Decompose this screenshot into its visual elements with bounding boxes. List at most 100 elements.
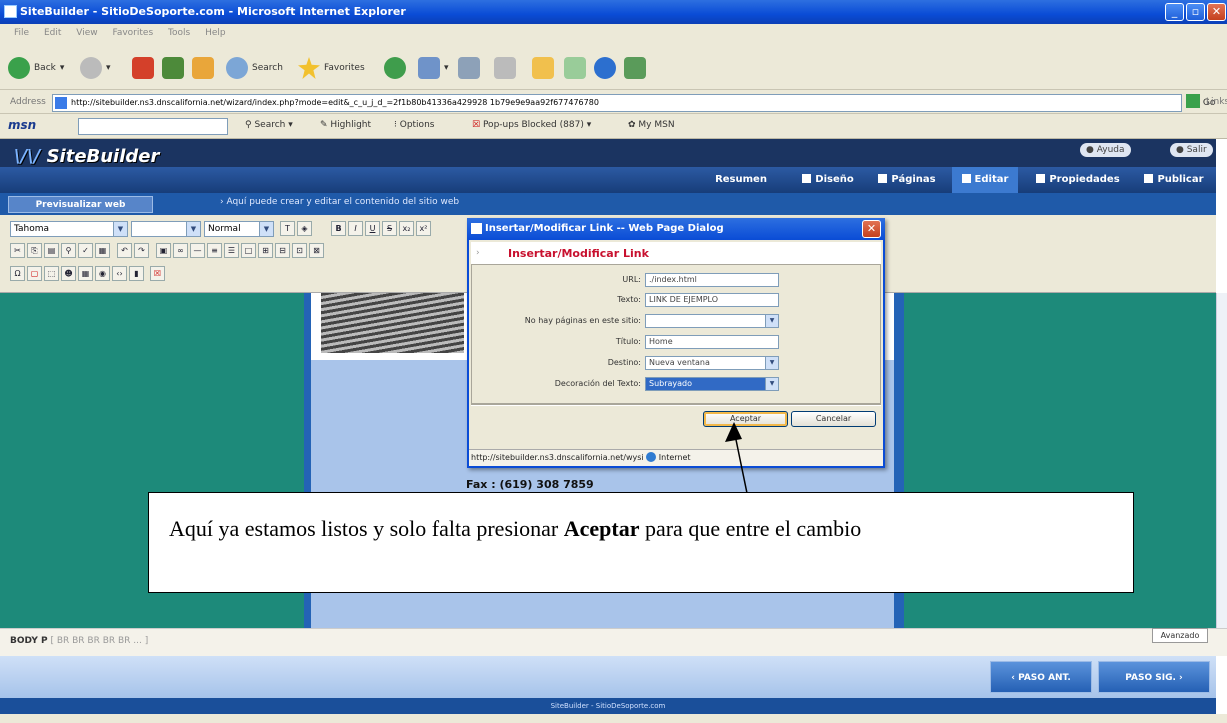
style-select[interactable]: Normal ▼ (204, 221, 274, 237)
tab-propiedades[interactable]: Propiedades (1024, 167, 1132, 193)
table-insert-icon[interactable]: ⊞ (258, 243, 273, 258)
table-merge-icon[interactable]: ⊠ (309, 243, 324, 258)
title-input[interactable]: Home (645, 335, 779, 349)
chart-icon[interactable]: ▮ (129, 266, 144, 281)
redo-icon[interactable]: ↷ (134, 243, 149, 258)
decoration-select[interactable]: Subrayado ▼ (645, 377, 779, 391)
bold-button[interactable]: B (331, 221, 346, 236)
menu-favorites[interactable]: Favorites (112, 28, 153, 38)
special-char-icon[interactable]: Ω (10, 266, 25, 281)
chevron-down-icon: ▼ (259, 222, 273, 236)
url-input[interactable]: ./index.html (645, 273, 779, 287)
cancel-button[interactable]: Cancelar (791, 411, 876, 427)
table-row-icon[interactable]: ⊟ (275, 243, 290, 258)
favorites-button[interactable]: Favorites (298, 53, 365, 83)
undo-icon[interactable]: ↶ (117, 243, 132, 258)
strikethrough-button[interactable]: S (382, 221, 397, 236)
copy-icon[interactable]: ⎘ (27, 243, 42, 258)
find-icon[interactable]: ⚲ (61, 243, 76, 258)
grid-icon[interactable]: ▦ (78, 266, 93, 281)
msn-search-button[interactable]: ⚲ Search ▾ (245, 120, 293, 130)
tab-editar[interactable]: Editar (952, 167, 1018, 193)
tab-diseno[interactable]: Diseño (788, 167, 868, 193)
annotation-arrow (725, 422, 749, 499)
star-icon (298, 57, 320, 79)
links-toolbar[interactable]: Links (1206, 97, 1227, 107)
highlight-color-button[interactable]: ◈ (297, 221, 312, 236)
tab-resumen[interactable]: Resumen (702, 167, 780, 193)
subscript-button[interactable]: x₂ (399, 221, 414, 236)
sub-toolbar (0, 193, 1216, 215)
options-button[interactable]: ⁝ Options (394, 120, 434, 130)
print-button[interactable] (458, 53, 480, 83)
superscript-button[interactable]: x² (416, 221, 431, 236)
table-icon[interactable]: ▦ (95, 243, 110, 258)
edit-button[interactable] (494, 53, 516, 83)
footer-brand: SiteBuilder - SitioDeSoporte.com (0, 698, 1216, 714)
maximize-button[interactable]: ▫ (1186, 3, 1205, 21)
font-select[interactable]: Tahoma ▼ (10, 221, 128, 237)
go-arrow-icon (1186, 94, 1200, 108)
box-icon[interactable]: □ (241, 243, 256, 258)
delete-icon[interactable]: ☒ (150, 266, 165, 281)
stop-button[interactable] (132, 53, 154, 83)
minimize-button[interactable]: _ (1165, 3, 1184, 21)
underline-button[interactable]: U (365, 221, 380, 236)
advanced-button[interactable]: Avanzado (1152, 628, 1208, 643)
menu-file[interactable]: File (14, 28, 29, 38)
preview-button[interactable]: Previsualizar web (8, 196, 153, 213)
history-button[interactable] (384, 53, 406, 83)
my-msn-button[interactable]: ✿ My MSN (628, 120, 675, 130)
source-code-icon[interactable]: ‹› (112, 266, 127, 281)
popups-blocked-button[interactable]: ☒ Pop-ups Blocked (887) ▾ (472, 120, 591, 130)
msn-search-input[interactable] (78, 118, 228, 135)
paste-icon[interactable]: ▤ (44, 243, 59, 258)
highlight-button[interactable]: ✎ Highlight (320, 120, 371, 130)
refresh-icon (162, 57, 184, 79)
ordered-list-icon[interactable]: ≡ (207, 243, 222, 258)
next-step-button[interactable]: PASO SIG. › (1098, 661, 1210, 693)
link-icon[interactable]: ∞ (173, 243, 188, 258)
help-link[interactable]: ● Ayuda (1080, 143, 1131, 157)
people-button[interactable] (624, 53, 646, 83)
forward-button[interactable]: ▾ (80, 53, 111, 83)
research-button[interactable] (564, 53, 586, 83)
cut-icon[interactable]: ✂ (10, 243, 25, 258)
address-input[interactable]: http://sitebuilder.ns3.dnscalifornia.net… (52, 94, 1182, 112)
refresh-button[interactable] (162, 53, 184, 83)
dialog-close-button[interactable]: ✕ (862, 220, 881, 238)
dialog-divider (471, 404, 881, 406)
back-button[interactable]: Back ▾ (8, 53, 64, 83)
mail-button[interactable]: ▾ (418, 53, 449, 83)
target-select[interactable]: Nueva ventana ▼ (645, 356, 779, 370)
pages-select[interactable]: ▼ (645, 314, 779, 328)
logout-link[interactable]: ● Salir (1170, 143, 1213, 157)
unordered-list-icon[interactable]: ☰ (224, 243, 239, 258)
font-color-button[interactable]: T (280, 221, 295, 236)
image-icon[interactable]: ▣ (156, 243, 171, 258)
spellcheck-icon[interactable]: ✓ (78, 243, 93, 258)
menu-edit[interactable]: Edit (44, 28, 61, 38)
home-button[interactable] (192, 53, 214, 83)
folder-button[interactable] (532, 53, 554, 83)
pages-label: No hay páginas en este sitio: (524, 316, 641, 325)
tab-paginas[interactable]: Páginas (866, 167, 948, 193)
text-input[interactable]: LINK DE EJEMPLO (645, 293, 779, 307)
size-select[interactable]: ▼ (131, 221, 201, 237)
flash-icon[interactable]: ⬚ (44, 266, 59, 281)
users-icon[interactable]: ☻ (61, 266, 76, 281)
italic-button[interactable]: I (348, 221, 363, 236)
prev-step-button[interactable]: ‹ PASO ANT. (990, 661, 1092, 693)
editor-scrollbar[interactable] (1216, 293, 1227, 628)
tab-publicar[interactable]: Publicar (1134, 167, 1214, 193)
table-col-icon[interactable]: ⊡ (292, 243, 307, 258)
horizontal-rule-icon[interactable]: — (190, 243, 205, 258)
form-icon[interactable]: ▢ (27, 266, 42, 281)
close-window-button[interactable]: ✕ (1207, 3, 1226, 21)
messenger-button[interactable] (594, 53, 616, 83)
menu-help[interactable]: Help (205, 28, 226, 38)
menu-view[interactable]: View (76, 28, 97, 38)
search-button[interactable]: Search (226, 53, 283, 83)
menu-tools[interactable]: Tools (168, 28, 190, 38)
globe-icon[interactable]: ◉ (95, 266, 110, 281)
